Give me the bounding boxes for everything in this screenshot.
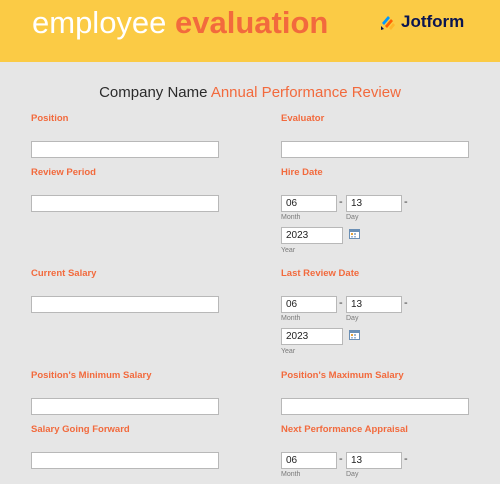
max-salary-input[interactable] <box>281 398 469 415</box>
hire-date-year-input[interactable] <box>281 227 343 244</box>
year-sublabel: Year <box>281 348 296 355</box>
last-review-month-input[interactable] <box>281 296 337 313</box>
last-review-day-input[interactable] <box>346 296 402 313</box>
month-sublabel: Month <box>281 315 301 322</box>
brand[interactable]: Jotform <box>380 10 464 34</box>
header-banner: employee evaluation Jotform <box>0 0 500 62</box>
hire-date-month-input[interactable] <box>281 195 337 212</box>
month-sublabel: Month <box>281 214 301 221</box>
day-sublabel: Day <box>346 214 359 221</box>
last-review-year-input[interactable] <box>281 328 343 345</box>
current-salary-input[interactable] <box>31 296 219 313</box>
form-heading-plain: Company Name <box>99 84 211 101</box>
current-salary-label: Current Salary <box>31 268 97 279</box>
salary-forward-input[interactable] <box>31 452 219 469</box>
date-separator: - <box>404 453 408 465</box>
min-salary-label: Position's Minimum Salary <box>31 370 152 381</box>
day-sublabel: Day <box>346 315 359 322</box>
form-heading-accent: Annual Performance Review <box>210 84 401 101</box>
min-salary-input[interactable] <box>31 398 219 415</box>
evaluator-input[interactable] <box>281 141 469 158</box>
date-separator: - <box>339 297 343 309</box>
hire-date-label: Hire Date <box>281 167 323 178</box>
next-appraisal-month-input[interactable] <box>281 452 337 469</box>
year-sublabel: Year <box>281 247 296 254</box>
next-appraisal-label: Next Performance Appraisal <box>281 424 408 435</box>
brand-name: Jotform <box>401 12 465 31</box>
jotform-logo-icon <box>381 16 395 30</box>
salary-forward-label: Salary Going Forward <box>31 424 130 435</box>
last-review-date-label: Last Review Date <box>281 268 360 279</box>
day-sublabel: Day <box>346 471 359 478</box>
max-salary-label: Position's Maximum Salary <box>281 370 404 381</box>
date-separator: - <box>339 196 343 208</box>
page-title-plain: employee <box>32 5 176 40</box>
date-separator: - <box>404 297 408 309</box>
position-input[interactable] <box>31 141 219 158</box>
date-separator: - <box>339 453 343 465</box>
review-period-label: Review Period <box>31 167 96 178</box>
calendar-icon[interactable] <box>349 228 360 239</box>
date-separator: - <box>404 196 408 208</box>
position-label: Position <box>31 113 69 124</box>
page-title-accent: evaluation <box>175 5 329 40</box>
next-appraisal-day-input[interactable] <box>346 452 402 469</box>
form-heading: Company Name Annual Performance Review <box>0 84 500 101</box>
evaluator-label: Evaluator <box>281 113 325 124</box>
page-title: employee evaluation <box>32 4 328 42</box>
hire-date-day-input[interactable] <box>346 195 402 212</box>
month-sublabel: Month <box>281 471 301 478</box>
calendar-icon[interactable] <box>349 329 360 340</box>
review-period-input[interactable] <box>31 195 219 212</box>
